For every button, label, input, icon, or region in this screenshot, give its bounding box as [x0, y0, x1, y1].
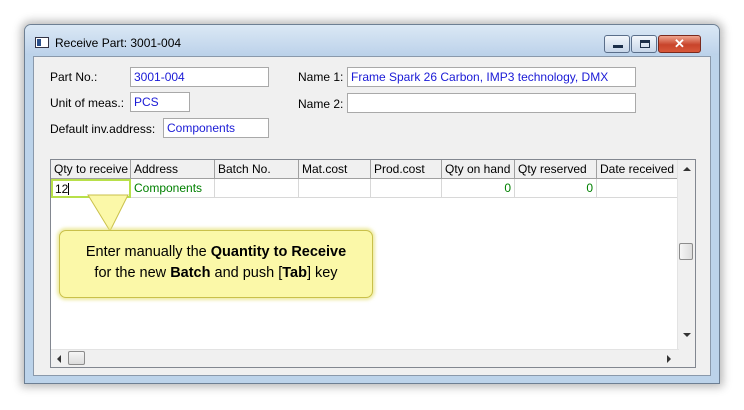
unit-of-measure-field[interactable]: PCS — [130, 92, 190, 112]
scrollbar-corner — [678, 350, 695, 367]
horizontal-scrollbar[interactable] — [51, 349, 679, 367]
qty-to-receive-value: 12 — [55, 182, 69, 196]
batch-no-cell[interactable] — [215, 179, 299, 198]
vertical-scroll-thumb[interactable] — [679, 243, 693, 260]
callout-bold-quantity: Quantity to Receive — [210, 244, 347, 260]
date-received-cell[interactable] — [597, 179, 679, 198]
column-header-qty-reserved[interactable]: Qty reserved — [515, 160, 597, 178]
prod-cost-cell[interactable] — [371, 179, 442, 198]
qty-on-hand-cell[interactable]: 0 — [442, 179, 515, 198]
text-caret — [68, 183, 70, 195]
callout-text-2: for the new — [94, 265, 171, 281]
column-header-date-received[interactable]: Date received — [597, 160, 679, 178]
callout-text-4: ] key — [306, 265, 338, 281]
window-title: Receive Part: 3001-004 — [55, 36, 182, 50]
qty-reserved-cell[interactable]: 0 — [515, 179, 597, 198]
part-no-field[interactable]: 3001-004 — [130, 67, 269, 87]
vertical-scrollbar[interactable] — [677, 160, 695, 350]
maximize-button[interactable] — [631, 35, 657, 53]
minimize-button[interactable] — [604, 35, 630, 53]
column-header-mat-cost[interactable]: Mat.cost — [299, 160, 371, 178]
name2-field[interactable] — [347, 93, 636, 113]
app-window-icon[interactable] — [35, 37, 49, 48]
instruction-callout: Enter manually the Quantity to Receive f… — [59, 230, 373, 298]
column-header-address[interactable]: Address — [131, 160, 215, 178]
scroll-up-icon[interactable] — [683, 167, 691, 171]
scroll-down-icon[interactable] — [683, 333, 691, 337]
column-header-qty-on-hand[interactable]: Qty on hand — [442, 160, 515, 178]
part-no-label: Part No.: — [50, 70, 98, 84]
callout-text-1: Enter manually the — [85, 244, 211, 260]
name1-label: Name 1: — [298, 70, 344, 84]
name1-field[interactable]: Frame Spark 26 Carbon, IMP3 technology, … — [347, 67, 636, 87]
callout-text-3: and push [ — [210, 265, 283, 281]
callout-line-1: Enter manually the Quantity to Receive — [60, 242, 372, 263]
column-header-prod-cost[interactable]: Prod.cost — [371, 160, 442, 178]
callout-bold-tab: Tab — [282, 265, 307, 281]
callout-line-2: for the new Batch and push [Tab] key — [60, 263, 372, 284]
mat-cost-cell[interactable] — [299, 179, 371, 198]
close-button[interactable]: ✕ — [658, 35, 701, 53]
callout-pointer — [87, 194, 129, 233]
default-inv-address-label: Default inv.address: — [50, 122, 156, 136]
scroll-right-icon[interactable] — [667, 355, 671, 363]
title-bar[interactable]: Receive Part: 3001-004 ✕ — [25, 25, 719, 55]
column-header-qty-to-receive[interactable]: Qty to receive — [51, 160, 131, 178]
scroll-left-icon[interactable] — [57, 355, 61, 363]
horizontal-scroll-thumb[interactable] — [68, 351, 85, 365]
default-inv-address-field[interactable]: Components — [163, 118, 269, 138]
close-icon: ✕ — [674, 36, 685, 51]
minimize-icon — [613, 45, 623, 48]
name2-label: Name 2: — [298, 97, 344, 111]
grid-header: Qty to receive Address Batch No. Mat.cos… — [51, 160, 679, 179]
callout-bold-batch: Batch — [170, 265, 211, 281]
unit-of-measure-label: Unit of meas.: — [50, 96, 125, 110]
maximize-icon — [640, 40, 650, 48]
column-header-batch-no[interactable]: Batch No. — [215, 160, 299, 178]
